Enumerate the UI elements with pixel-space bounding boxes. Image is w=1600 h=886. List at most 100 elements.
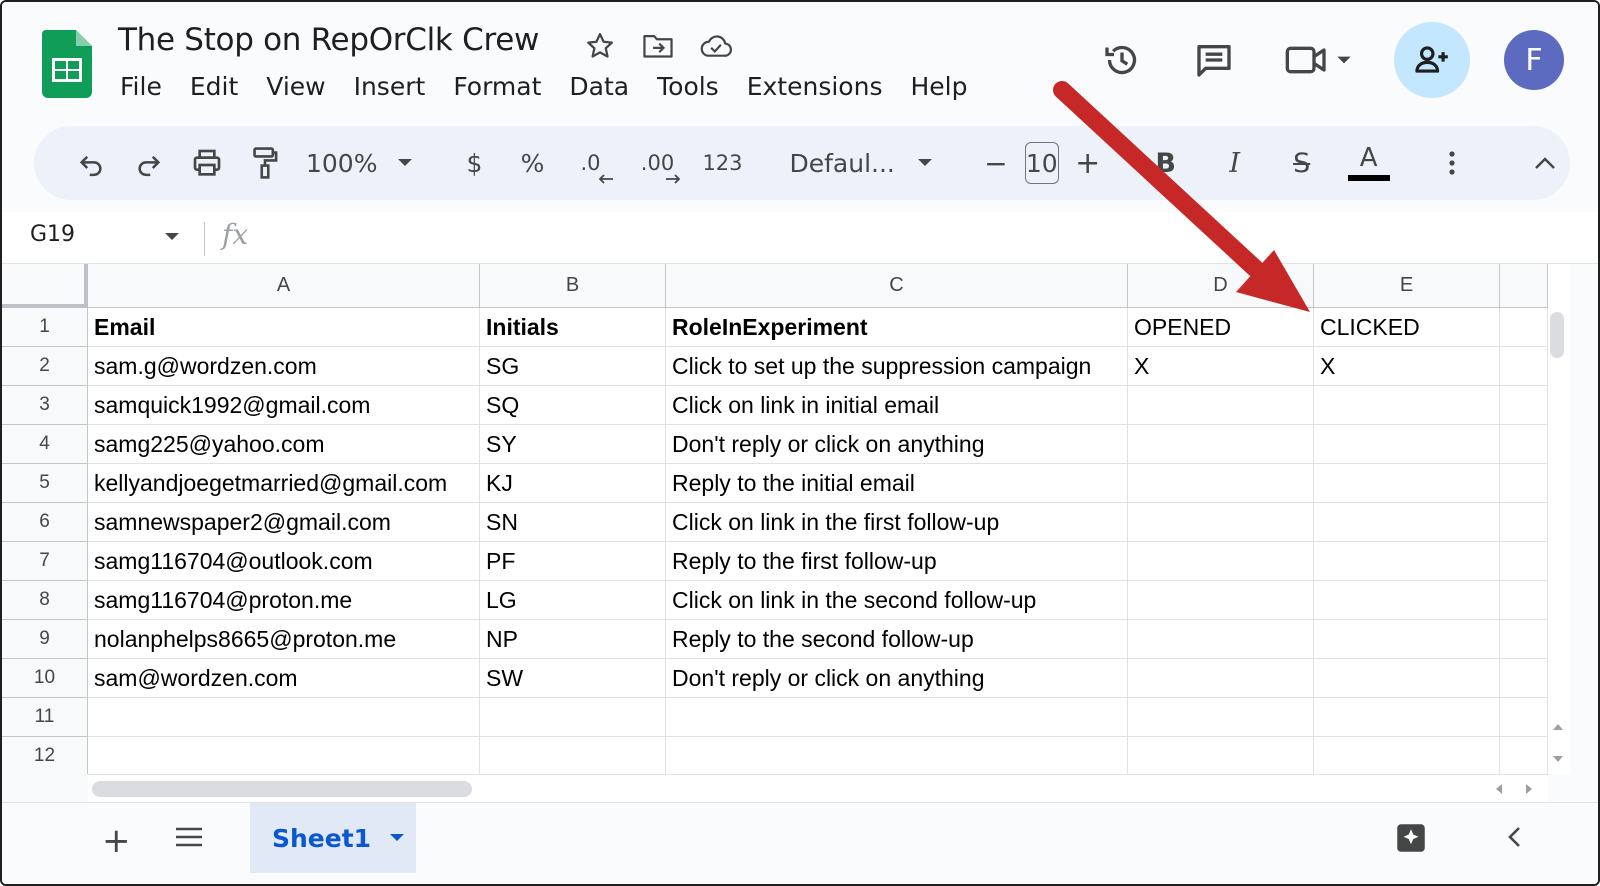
cell-c8[interactable]: Click on link in the second follow-up (666, 581, 1128, 620)
row-header[interactable]: 8 (2, 581, 88, 620)
column-header-e[interactable]: E (1314, 264, 1500, 308)
select-all-corner[interactable] (2, 264, 88, 308)
scroll-up-icon[interactable] (1552, 722, 1564, 732)
menu-format[interactable]: Format (439, 72, 555, 101)
font-family-select[interactable]: Defaul... (789, 149, 932, 178)
column-header-a[interactable]: A (88, 264, 480, 308)
cell-overflow[interactable] (1500, 503, 1548, 542)
cell-overflow[interactable] (1500, 425, 1548, 464)
cell-b10[interactable]: SW (480, 659, 666, 698)
cell-e7[interactable] (1314, 542, 1500, 581)
cell-c11[interactable] (666, 698, 1128, 737)
cell-overflow[interactable] (1500, 542, 1548, 581)
cell-b4[interactable]: SY (480, 425, 666, 464)
cell-d11[interactable] (1128, 698, 1314, 737)
font-size-input[interactable]: 10 (1024, 142, 1059, 184)
cell-d3[interactable] (1128, 386, 1314, 425)
cell-overflow[interactable] (1500, 386, 1548, 425)
row-header[interactable]: 11 (2, 698, 88, 737)
share-button[interactable] (1394, 22, 1470, 98)
comments-icon[interactable] (1182, 28, 1246, 92)
cell-d4[interactable] (1128, 425, 1314, 464)
cell-b3[interactable]: SQ (480, 386, 666, 425)
cell-a1[interactable]: Email (88, 308, 480, 347)
cell-overflow[interactable] (1500, 464, 1548, 503)
cell-e8[interactable] (1314, 581, 1500, 620)
row-header[interactable]: 4 (2, 425, 88, 464)
menu-help[interactable]: Help (896, 72, 981, 101)
cell-d5[interactable] (1128, 464, 1314, 503)
chevron-down-icon[interactable] (389, 833, 405, 843)
cell-a8[interactable]: samg116704@proton.me (88, 581, 480, 620)
meet-video-icon[interactable] (1274, 28, 1364, 92)
cell-e5[interactable] (1314, 464, 1500, 503)
print-icon[interactable] (187, 143, 227, 183)
version-history-icon[interactable] (1090, 28, 1154, 92)
cell-overflow[interactable] (1500, 581, 1548, 620)
cell-overflow[interactable] (1500, 698, 1548, 737)
cell-a11[interactable] (88, 698, 480, 737)
cell-overflow[interactable] (1500, 737, 1548, 774)
row-header[interactable]: 9 (2, 620, 88, 659)
cloud-saved-icon[interactable] (698, 28, 734, 64)
cell-c3[interactable]: Click on link in initial email (666, 386, 1128, 425)
cell-d12[interactable] (1128, 737, 1314, 774)
menu-data[interactable]: Data (555, 72, 643, 101)
row-header[interactable]: 5 (2, 464, 88, 503)
cell-a5[interactable]: kellyandjoegetmarried@gmail.com (88, 464, 480, 503)
scroll-right-icon[interactable] (1524, 783, 1534, 795)
cell-e6[interactable] (1314, 503, 1500, 542)
cell-e2[interactable]: X (1314, 347, 1500, 386)
document-title[interactable]: The Stop on RepOrClk Crew (118, 22, 539, 58)
cell-c6[interactable]: Click on link in the first follow-up (666, 503, 1128, 542)
cell-c12[interactable] (666, 737, 1128, 774)
chevron-up-icon[interactable] (1525, 143, 1565, 183)
scroll-down-icon[interactable] (1552, 754, 1564, 764)
italic-button[interactable]: I (1215, 143, 1255, 183)
cell-b12[interactable] (480, 737, 666, 774)
cell-a3[interactable]: samquick1992@gmail.com (88, 386, 480, 425)
star-icon[interactable] (582, 28, 618, 64)
cell-c10[interactable]: Don't reply or click on anything (666, 659, 1128, 698)
explore-icon[interactable] (1396, 823, 1426, 853)
sheet-tab-sheet1[interactable]: Sheet1 (250, 803, 416, 873)
name-box[interactable]: G19 (30, 222, 75, 247)
more-vert-icon[interactable] (1432, 143, 1472, 183)
cell-b6[interactable]: SN (480, 503, 666, 542)
cell-c1[interactable]: RoleInExperiment (666, 308, 1128, 347)
column-header-b[interactable]: B (480, 264, 666, 308)
row-header[interactable]: 3 (2, 386, 88, 425)
column-header-next[interactable] (1500, 264, 1548, 308)
cell-c5[interactable]: Reply to the initial email (666, 464, 1128, 503)
cell-a7[interactable]: samg116704@outlook.com (88, 542, 480, 581)
cell-d8[interactable] (1128, 581, 1314, 620)
strikethrough-button[interactable]: S (1282, 143, 1322, 183)
cell-b7[interactable]: PF (480, 542, 666, 581)
cell-d2[interactable]: X (1128, 347, 1314, 386)
cell-d6[interactable] (1128, 503, 1314, 542)
increase-decimal-button[interactable]: .00 (637, 143, 681, 184)
menu-insert[interactable]: Insert (340, 72, 440, 101)
row-header[interactable]: 7 (2, 542, 88, 581)
vertical-scrollbar-thumb[interactable] (1550, 312, 1564, 358)
row-header[interactable]: 12 (2, 737, 88, 774)
cell-b5[interactable]: KJ (480, 464, 666, 503)
move-to-folder-icon[interactable] (640, 28, 676, 64)
cell-b1[interactable]: Initials (480, 308, 666, 347)
format-currency-button[interactable]: $ (454, 143, 494, 183)
cell-e4[interactable] (1314, 425, 1500, 464)
redo-icon[interactable] (129, 143, 169, 183)
cell-c7[interactable]: Reply to the first follow-up (666, 542, 1128, 581)
cell-b9[interactable]: NP (480, 620, 666, 659)
cell-e9[interactable] (1314, 620, 1500, 659)
cell-d9[interactable] (1128, 620, 1314, 659)
cell-b2[interactable]: SG (480, 347, 666, 386)
cell-overflow[interactable] (1500, 308, 1548, 347)
horizontal-scrollbar[interactable] (88, 774, 1548, 802)
undo-icon[interactable] (71, 143, 111, 183)
decrease-decimal-button[interactable]: .0 (570, 143, 614, 184)
cell-a9[interactable]: nolanphelps8665@proton.me (88, 620, 480, 659)
menu-tools[interactable]: Tools (643, 72, 733, 101)
add-sheet-button[interactable]: + (102, 821, 131, 861)
cell-d1[interactable]: OPENED (1128, 308, 1314, 347)
